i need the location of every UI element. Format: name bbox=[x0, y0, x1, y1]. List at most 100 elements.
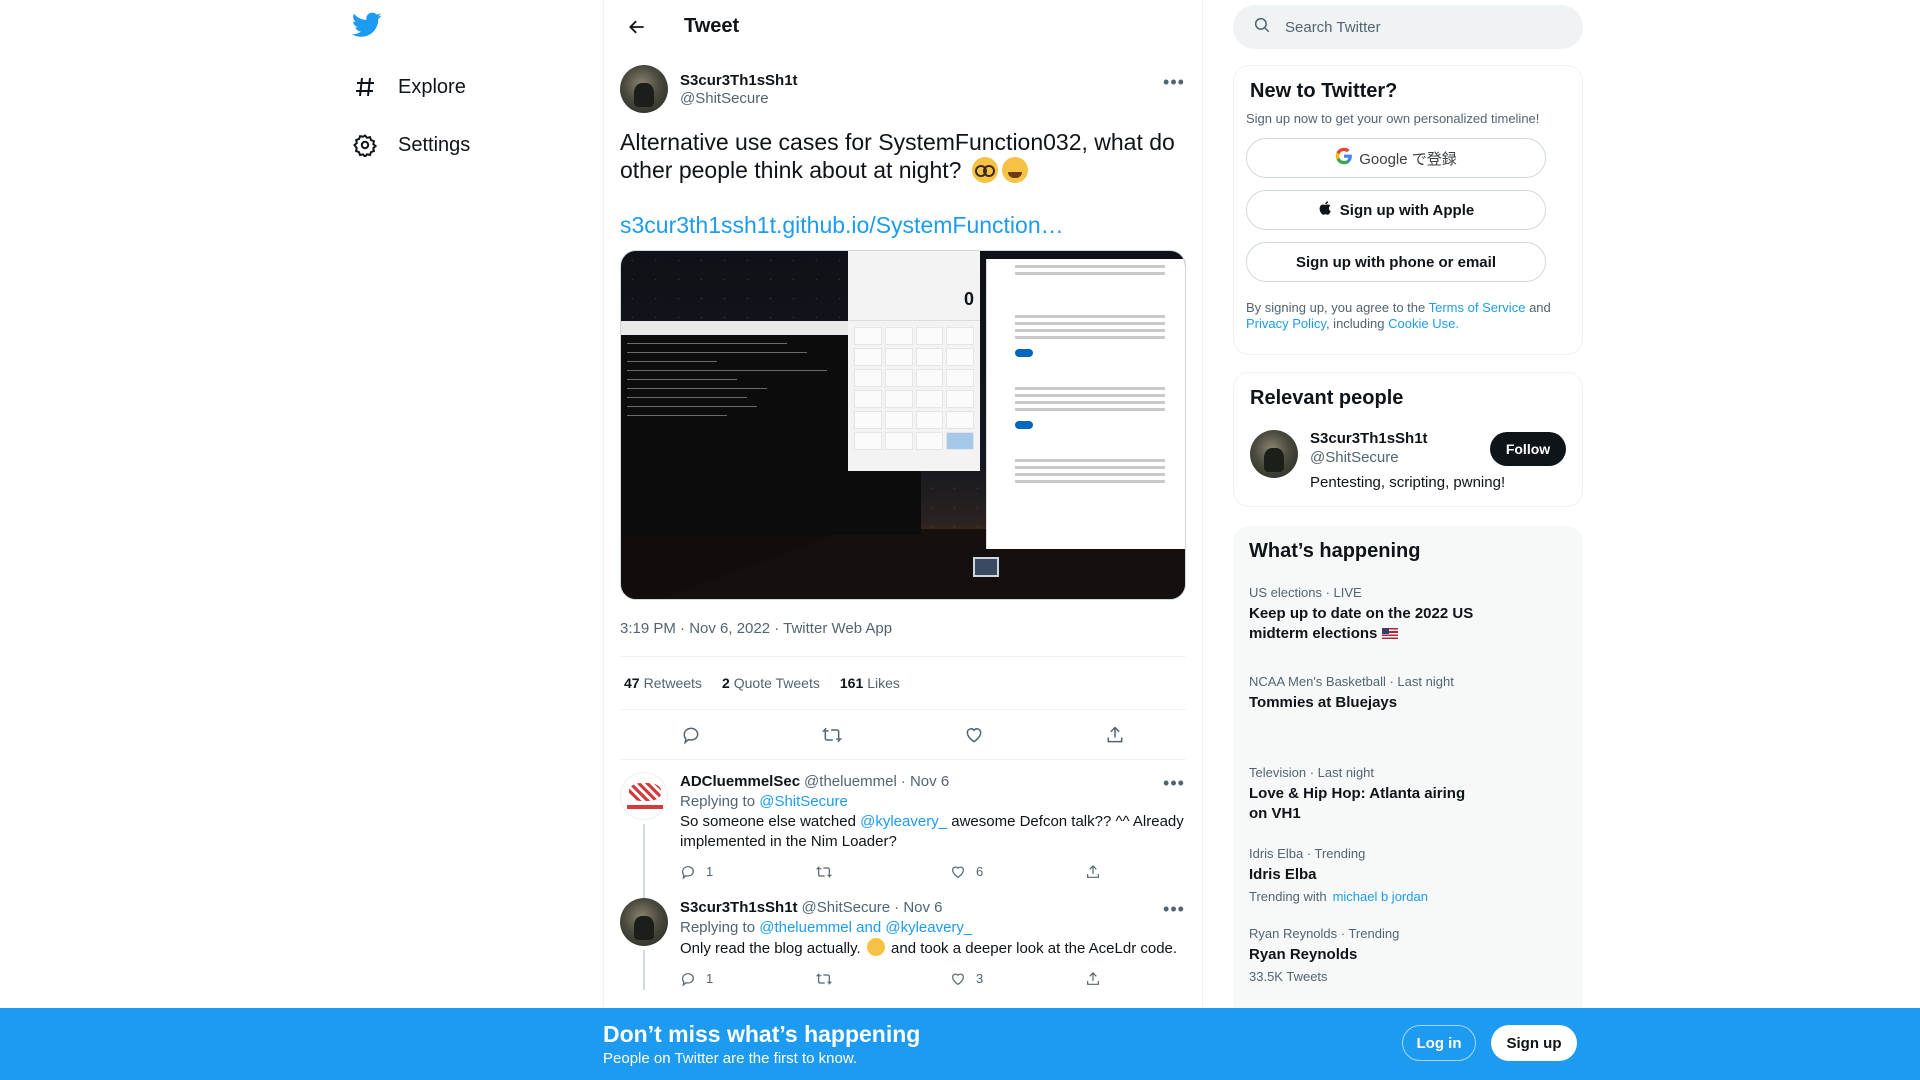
reply-date[interactable]: · Nov 6 bbox=[901, 772, 949, 792]
terms-of-service-link[interactable]: Terms of Service bbox=[1429, 300, 1526, 315]
reply-tweet[interactable]: S3cur3Th1sSh1t @ShitSecure · Nov 6 Reply… bbox=[604, 888, 1202, 995]
avatar[interactable] bbox=[620, 65, 668, 113]
trend-title: Keep up to date on the 2022 US midterm e… bbox=[1249, 604, 1479, 644]
like-count: 6 bbox=[976, 864, 984, 879]
prompt-subtitle: People on Twitter are the first to know. bbox=[603, 1050, 858, 1067]
search-bar[interactable] bbox=[1233, 5, 1583, 49]
avatar[interactable] bbox=[620, 772, 668, 820]
reply-actions: 1 6 bbox=[680, 856, 1220, 888]
reply-icon[interactable] bbox=[674, 718, 708, 752]
grinning-sweat-emoji-icon bbox=[1001, 157, 1028, 183]
trend-context: US elections · LIVE bbox=[1249, 585, 1362, 600]
google-icon bbox=[1335, 147, 1353, 169]
tweet-timestamp[interactable]: 3:19 PM · Nov 6, 2022 · Twitter Web App bbox=[620, 620, 1186, 640]
reply-text-part: Only read the blog actually. bbox=[680, 940, 861, 957]
person-handle[interactable]: @ShitSecure bbox=[1310, 449, 1505, 466]
trend-context: Ryan Reynolds · Trending bbox=[1249, 926, 1400, 941]
terms-and: and bbox=[1529, 300, 1551, 315]
author-handle[interactable]: @ShitSecure bbox=[680, 90, 798, 107]
retweet-icon[interactable] bbox=[815, 718, 849, 752]
reply-text: So someone else watched @kyleavery_ awes… bbox=[680, 812, 1220, 852]
more-options-icon[interactable]: ••• bbox=[1162, 899, 1186, 919]
search-input[interactable] bbox=[1285, 18, 1545, 36]
like-icon bbox=[952, 973, 964, 986]
reply-author-handle[interactable]: @ShitSecure bbox=[802, 898, 891, 918]
more-options-icon[interactable]: ••• bbox=[1162, 72, 1186, 92]
tweet-stats: 47 Retweets 2 Quote Tweets 161 Likes bbox=[620, 656, 1186, 710]
replying-to: Replying to @ShitSecure bbox=[680, 792, 1220, 812]
trend-item[interactable]: US elections · LIVE Keep up to date on t… bbox=[1249, 585, 1567, 644]
trend-item[interactable]: Television · Last night Love & Hip Hop: … bbox=[1249, 765, 1567, 824]
retweets-stat[interactable]: 47 Retweets bbox=[624, 675, 702, 691]
media-windows-security-window bbox=[986, 259, 1185, 549]
likes-count: 161 bbox=[839, 675, 864, 691]
tweet-link[interactable]: s3cur3th1ssh1t.github.io/SystemFunction… bbox=[620, 212, 1186, 239]
more-options-icon[interactable]: ••• bbox=[1162, 773, 1186, 793]
nav-item-explore[interactable]: Explore bbox=[352, 67, 466, 107]
main-tweet: S3cur3Th1sSh1t @ShitSecure ••• Alternati… bbox=[604, 53, 1202, 760]
author-name[interactable]: S3cur3Th1sSh1t bbox=[680, 72, 798, 89]
retweet-button[interactable] bbox=[815, 864, 950, 880]
relevant-people-card: Relevant people S3cur3Th1sSh1t @ShitSecu… bbox=[1233, 372, 1583, 507]
replying-to-link[interactable]: @theluemmel and @kyleavery_ bbox=[759, 919, 972, 936]
likes-stat[interactable]: 161 Likes bbox=[840, 675, 900, 691]
person-bio: Pentesting, scripting, pwning! bbox=[1310, 474, 1506, 491]
like-icon[interactable] bbox=[957, 718, 991, 752]
trend-item[interactable]: Idris Elba · Trending Idris Elba Trendin… bbox=[1249, 846, 1567, 904]
reply-author-name[interactable]: S3cur3Th1sSh1t bbox=[680, 898, 798, 918]
share-icon bbox=[1087, 865, 1099, 878]
reply-author-name[interactable]: ADCluemmelSec bbox=[680, 772, 800, 792]
reply-button[interactable]: 1 bbox=[680, 862, 815, 882]
trend-related-link[interactable]: michael b jordan bbox=[1333, 889, 1428, 904]
follow-button[interactable]: Follow bbox=[1490, 432, 1566, 466]
trend-title: Idris Elba bbox=[1249, 866, 1317, 883]
prompt-title: Don’t miss what’s happening bbox=[603, 1021, 921, 1047]
phone-email-signup-label: Sign up with phone or email bbox=[1295, 253, 1496, 271]
tweet-media-image[interactable]: 0 bbox=[620, 250, 1186, 600]
person-name[interactable]: S3cur3Th1sSh1t bbox=[1310, 430, 1505, 447]
reply-author-handle[interactable]: @theluemmel bbox=[804, 772, 897, 792]
privacy-policy-link[interactable]: Privacy Policy bbox=[1246, 316, 1326, 331]
apple-icon bbox=[1318, 199, 1334, 221]
retweet-icon bbox=[815, 866, 833, 878]
tweet-text-body: Alternative use cases for SystemFunction… bbox=[620, 129, 1175, 183]
trend-context: NCAA Men's Basketball · Last night bbox=[1249, 674, 1454, 689]
trend-context: Idris Elba · Trending bbox=[1249, 846, 1366, 861]
google-signup-button[interactable]: Google で登録 bbox=[1246, 138, 1546, 178]
reply-text-part: and took a deeper look at the AceLdr cod… bbox=[891, 940, 1178, 957]
quote-tweets-stat[interactable]: 2 Quote Tweets bbox=[722, 675, 820, 691]
reply-tweet[interactable]: ADCluemmelSec @theluemmel · Nov 6 Replyi… bbox=[604, 760, 1202, 914]
apple-signup-button[interactable]: Sign up with Apple bbox=[1246, 190, 1546, 230]
twitter-logo-icon[interactable] bbox=[351, 12, 384, 44]
trend-item[interactable]: Ryan Reynolds · Trending Ryan Reynolds 3… bbox=[1249, 926, 1567, 984]
like-button[interactable]: 6 bbox=[950, 862, 1085, 882]
share-button[interactable] bbox=[1085, 971, 1220, 987]
phone-email-signup-button[interactable]: Sign up with phone or email bbox=[1246, 242, 1546, 282]
reply-date[interactable]: · Nov 6 bbox=[894, 898, 942, 918]
avatar[interactable] bbox=[620, 898, 668, 946]
share-icon[interactable] bbox=[1098, 718, 1132, 752]
reply-button[interactable]: 1 bbox=[680, 969, 815, 989]
signup-button[interactable]: Sign up bbox=[1491, 1025, 1577, 1061]
share-button[interactable] bbox=[1085, 864, 1220, 880]
page-title: Tweet bbox=[684, 15, 740, 37]
relevant-person[interactable]: S3cur3Th1sSh1t @ShitSecure Pentesting, s… bbox=[1250, 430, 1566, 491]
replying-to-link[interactable]: @ShitSecure bbox=[759, 793, 848, 810]
reply-text: Only read the blog actually. and took a … bbox=[680, 938, 1220, 959]
avatar[interactable] bbox=[1250, 430, 1298, 478]
reply-text-part: So someone else watched bbox=[680, 813, 856, 830]
replying-to-label: Replying to bbox=[680, 919, 756, 936]
card-title: Relevant people bbox=[1250, 387, 1404, 409]
mention-link[interactable]: @kyleavery_ bbox=[860, 813, 947, 830]
nav-item-settings[interactable]: Settings bbox=[352, 125, 470, 165]
retweet-button[interactable] bbox=[815, 971, 950, 987]
us-flag-icon bbox=[1381, 628, 1398, 639]
like-button[interactable]: 3 bbox=[950, 969, 1085, 989]
thread-line bbox=[643, 950, 645, 990]
cookie-use-link[interactable]: Cookie Use. bbox=[1388, 316, 1459, 331]
tweet-header: Tweet bbox=[604, 0, 1202, 53]
back-arrow-icon[interactable] bbox=[620, 10, 654, 44]
terms-prefix: By signing up, you agree to the bbox=[1246, 300, 1426, 315]
login-button[interactable]: Log in bbox=[1402, 1025, 1476, 1061]
trend-item[interactable]: NCAA Men's Basketball · Last night Tommi… bbox=[1249, 674, 1567, 713]
